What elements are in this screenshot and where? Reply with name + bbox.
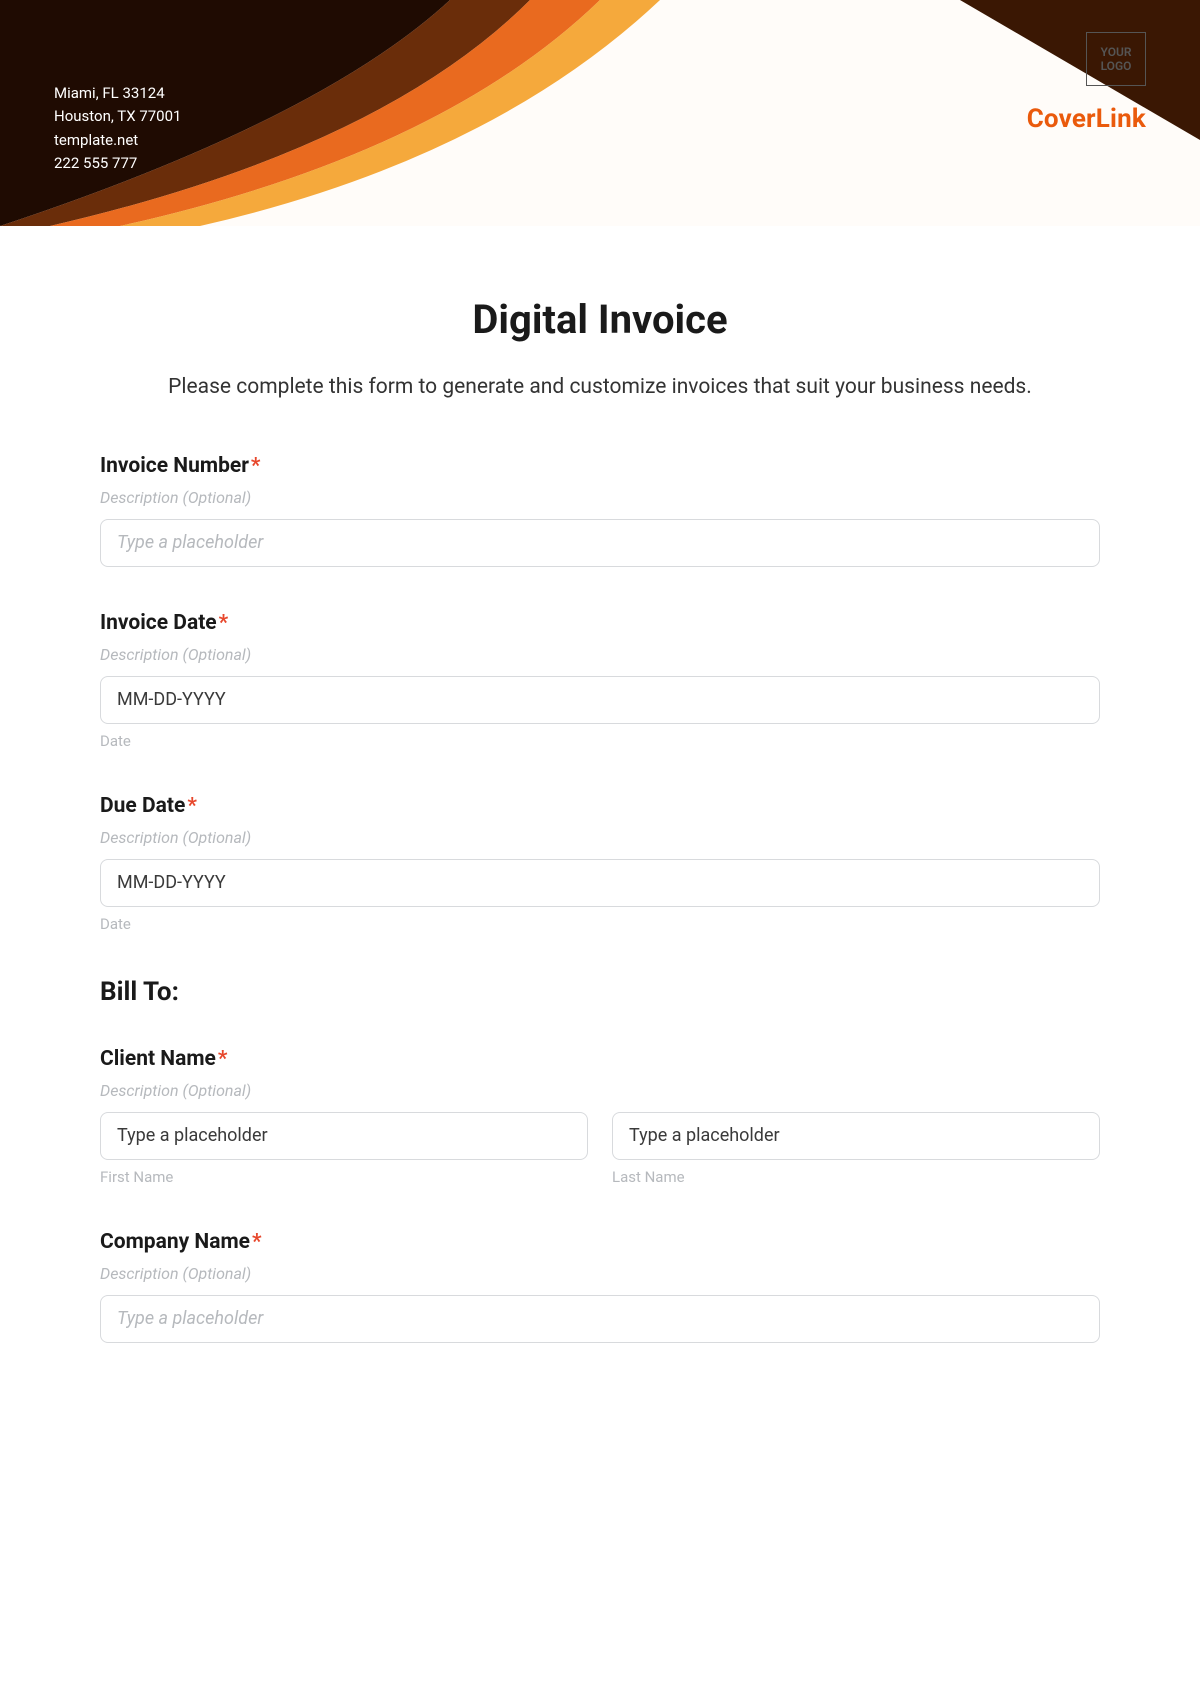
- field-description: Description (Optional): [100, 645, 1100, 664]
- logo-placeholder: YOUR LOGO: [1086, 32, 1146, 86]
- form-content: Digital Invoice Please complete this for…: [0, 226, 1200, 1363]
- required-marker: *: [252, 1230, 262, 1254]
- field-label: Company Name*: [100, 1230, 1100, 1254]
- address-line: template.net: [54, 129, 181, 152]
- field-description: Description (Optional): [100, 1081, 1100, 1100]
- field-client-name: Client Name* Description (Optional) Firs…: [100, 1047, 1100, 1186]
- required-marker: *: [187, 794, 197, 818]
- section-bill-to: Bill To:: [100, 977, 1100, 1007]
- field-sublabel: Date: [100, 732, 1100, 750]
- field-label: Due Date*: [100, 794, 1100, 818]
- due-date-input[interactable]: [100, 859, 1100, 907]
- page-title: Digital Invoice: [100, 296, 1100, 343]
- field-company-name: Company Name* Description (Optional): [100, 1230, 1100, 1343]
- field-label: Invoice Number*: [100, 454, 1100, 478]
- field-description: Description (Optional): [100, 828, 1100, 847]
- required-marker: *: [218, 1047, 228, 1071]
- address-line: Miami, FL 33124: [54, 82, 181, 105]
- label-text: Client Name: [100, 1047, 216, 1071]
- logo-block: YOUR LOGO CoverLink: [1027, 32, 1146, 134]
- last-name-sublabel: Last Name: [612, 1168, 1100, 1186]
- invoice-date-input[interactable]: [100, 676, 1100, 724]
- label-text: Company Name: [100, 1230, 250, 1254]
- page-description: Please complete this form to generate an…: [100, 371, 1100, 404]
- brand-name: CoverLink: [1027, 104, 1146, 134]
- required-marker: *: [219, 611, 229, 635]
- client-first-name-input[interactable]: [100, 1112, 588, 1160]
- required-marker: *: [251, 454, 261, 478]
- field-label: Client Name*: [100, 1047, 1100, 1071]
- address-line: Houston, TX 77001: [54, 105, 181, 128]
- field-invoice-number: Invoice Number* Description (Optional): [100, 454, 1100, 567]
- label-text: Due Date: [100, 794, 185, 818]
- field-label: Invoice Date*: [100, 611, 1100, 635]
- invoice-number-input[interactable]: [100, 519, 1100, 567]
- header-banner: Miami, FL 33124 Houston, TX 77001 templa…: [0, 0, 1200, 226]
- company-address-block: Miami, FL 33124 Houston, TX 77001 templa…: [54, 82, 181, 175]
- company-name-input[interactable]: [100, 1295, 1100, 1343]
- first-name-sublabel: First Name: [100, 1168, 588, 1186]
- client-last-name-input[interactable]: [612, 1112, 1100, 1160]
- field-due-date: Due Date* Description (Optional) Date: [100, 794, 1100, 933]
- field-description: Description (Optional): [100, 1264, 1100, 1283]
- label-text: Invoice Date: [100, 611, 217, 635]
- field-invoice-date: Invoice Date* Description (Optional) Dat…: [100, 611, 1100, 750]
- field-description: Description (Optional): [100, 488, 1100, 507]
- address-line: 222 555 777: [54, 152, 181, 175]
- field-sublabel: Date: [100, 915, 1100, 933]
- label-text: Invoice Number: [100, 454, 249, 478]
